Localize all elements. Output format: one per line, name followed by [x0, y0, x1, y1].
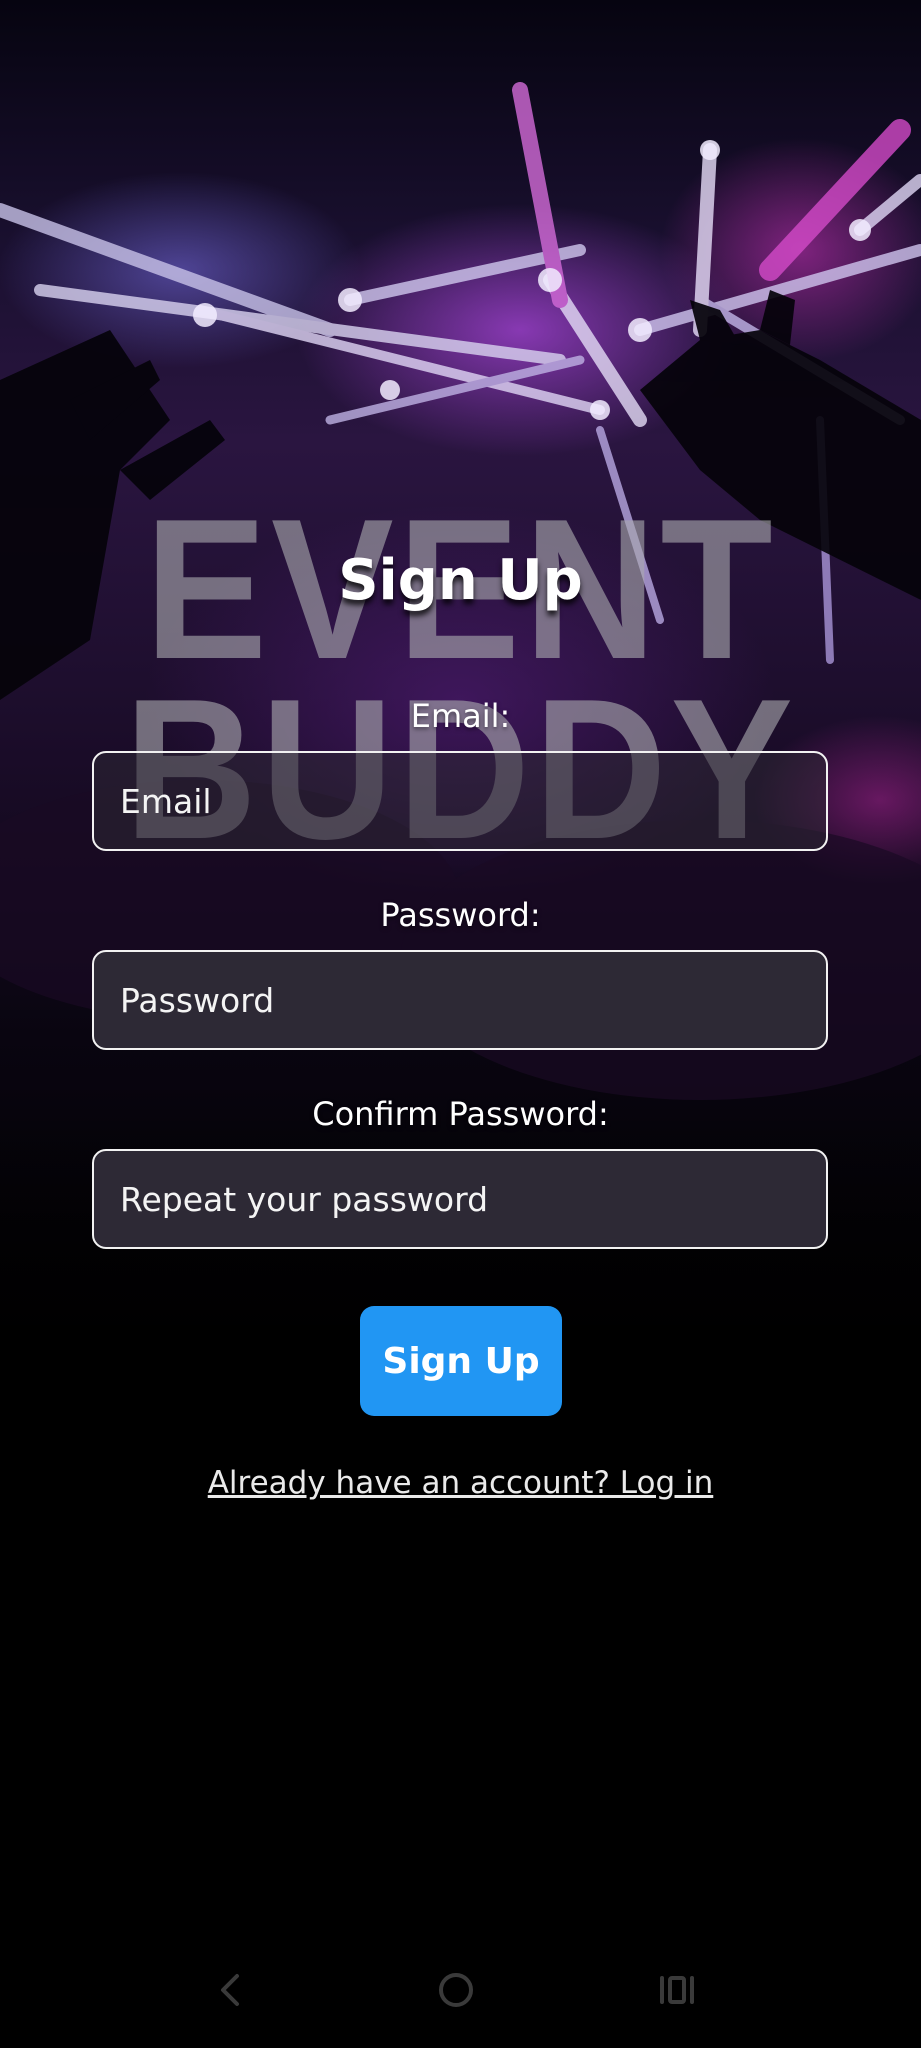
password-field[interactable] — [92, 950, 828, 1050]
password-label: Password: — [380, 896, 541, 934]
page-title: Sign Up — [338, 548, 583, 613]
login-link[interactable]: Already have an account? Log in — [0, 1465, 921, 1501]
nav-back-button[interactable] — [190, 1960, 270, 2020]
recent-apps-icon — [660, 1976, 694, 2004]
back-icon — [221, 1974, 239, 2006]
system-navigation-bar — [0, 1940, 921, 2048]
signup-screen: EVENT BUDDY Sign Up Email: Password: Con… — [0, 0, 921, 2048]
nav-home-button[interactable] — [416, 1960, 496, 2020]
email-field[interactable] — [92, 751, 828, 851]
confirm-password-field[interactable] — [92, 1149, 828, 1249]
confirm-password-label: Confirm Password: — [312, 1095, 609, 1133]
nav-recent-apps-button[interactable] — [637, 1960, 717, 2020]
home-icon — [439, 1973, 473, 2007]
email-label: Email: — [410, 697, 511, 735]
sign-up-button[interactable]: Sign Up — [360, 1306, 562, 1416]
